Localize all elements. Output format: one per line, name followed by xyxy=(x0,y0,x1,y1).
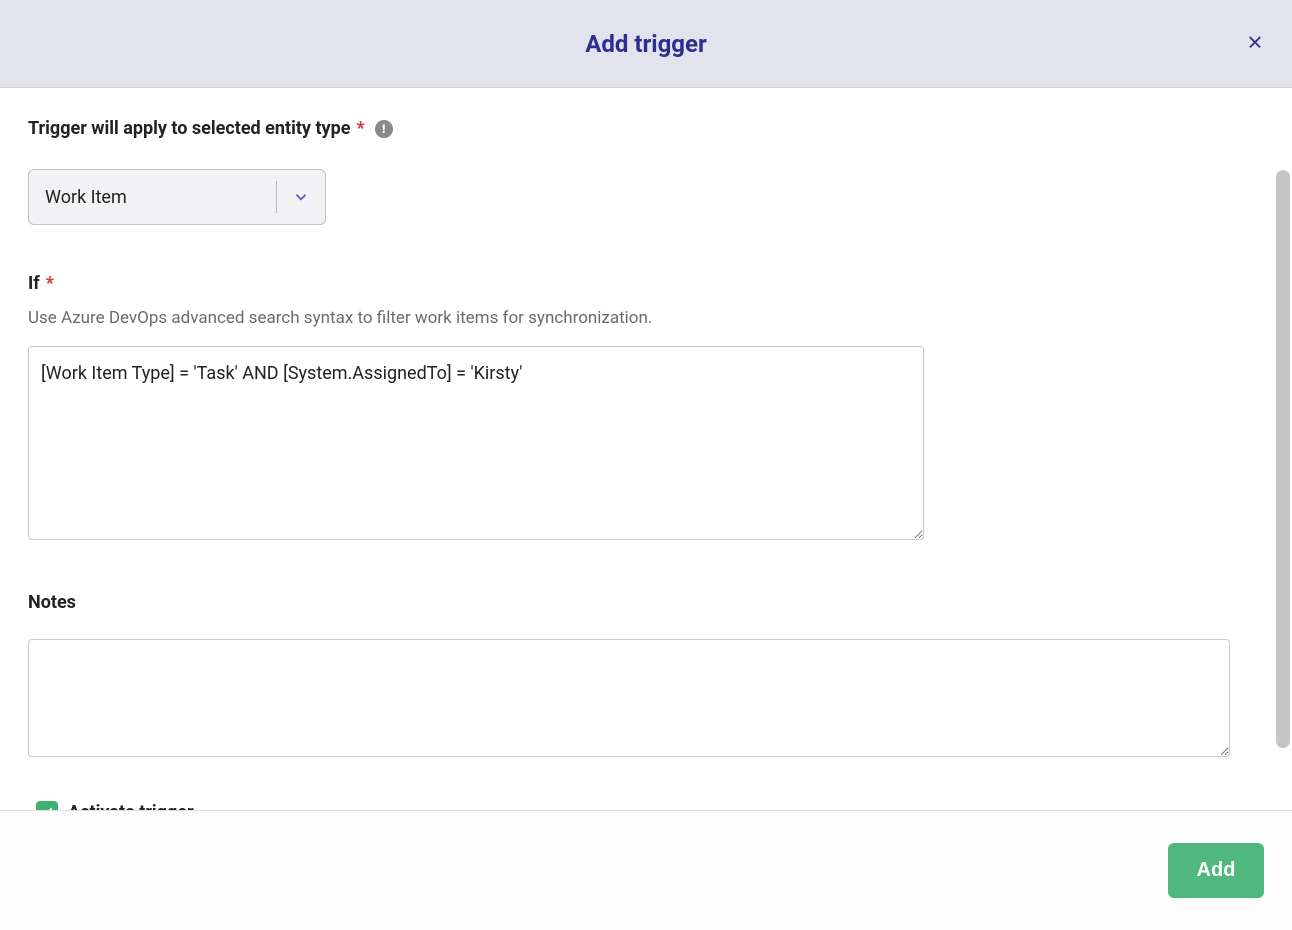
entity-type-label: Trigger will apply to selected entity ty… xyxy=(28,118,393,139)
if-label: If * xyxy=(28,273,54,294)
modal-title: Add trigger xyxy=(585,30,707,58)
modal-header: Add trigger xyxy=(0,0,1292,88)
activate-trigger-checkbox[interactable] xyxy=(36,801,58,810)
modal-body: Trigger will apply to selected entity ty… xyxy=(0,88,1292,810)
required-indicator: * xyxy=(356,118,364,139)
close-button[interactable] xyxy=(1238,25,1272,62)
notes-label: Notes xyxy=(28,592,76,613)
required-indicator: * xyxy=(46,273,54,294)
if-field-group: If * Use Azure DevOps advanced search syn… xyxy=(28,273,1264,544)
notes-label-text: Notes xyxy=(28,592,76,613)
notes-field-group: Notes xyxy=(28,592,1264,761)
if-label-text: If xyxy=(28,273,40,294)
info-icon[interactable]: ! xyxy=(375,120,393,138)
modal-footer: Add xyxy=(0,810,1292,930)
if-condition-input[interactable] xyxy=(28,346,924,540)
activate-trigger-row: Activate trigger xyxy=(28,801,1264,810)
close-icon xyxy=(1246,39,1264,54)
entity-type-select[interactable]: Work Item xyxy=(28,169,326,225)
entity-type-label-text: Trigger will apply to selected entity ty… xyxy=(28,118,350,139)
chevron-down-icon xyxy=(277,188,325,206)
scrollbar-thumb[interactable] xyxy=(1276,170,1290,748)
activate-trigger-label: Activate trigger xyxy=(68,802,194,811)
entity-type-value: Work Item xyxy=(29,187,276,208)
entity-type-field-group: Trigger will apply to selected entity ty… xyxy=(28,118,1264,225)
add-button[interactable]: Add xyxy=(1168,843,1264,898)
if-helper-text: Use Azure DevOps advanced search syntax … xyxy=(28,308,1264,328)
notes-input[interactable] xyxy=(28,639,1230,757)
